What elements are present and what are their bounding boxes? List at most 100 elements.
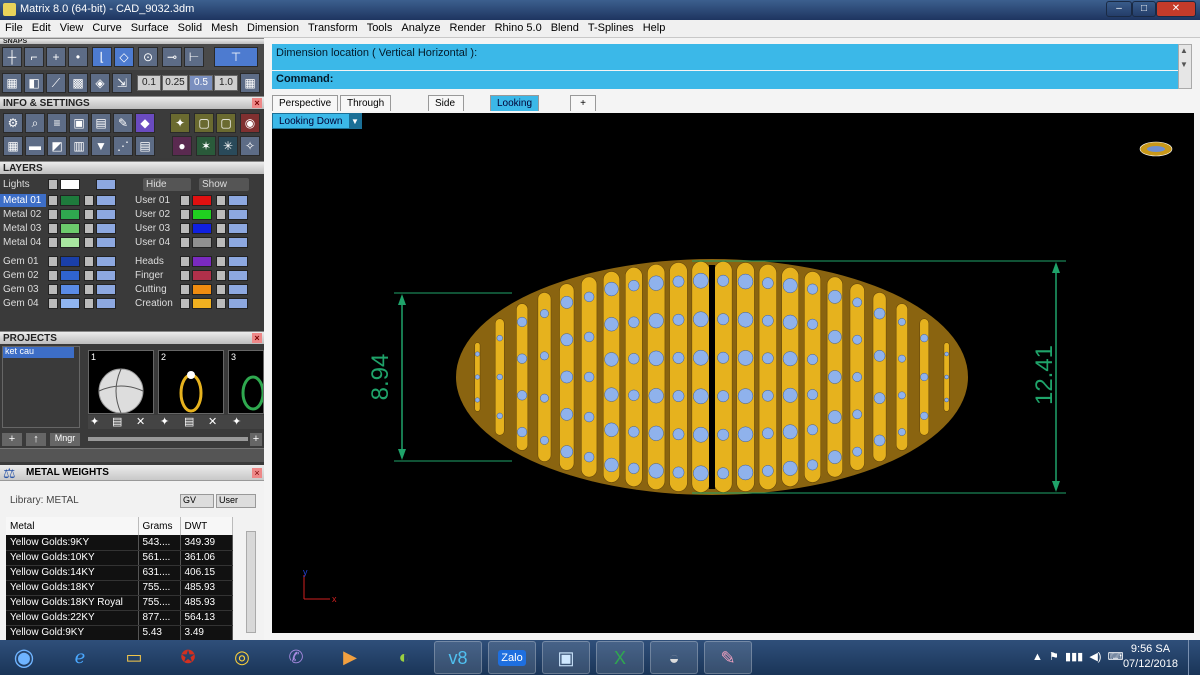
snap-point-icon[interactable]: •	[68, 47, 88, 67]
lock-icon[interactable]	[84, 270, 94, 281]
paint-icon[interactable]: ✎	[704, 641, 752, 674]
layer-color-swatch[interactable]	[192, 256, 212, 267]
layer-visibility-toggle[interactable]	[228, 256, 248, 267]
layer-color-swatch[interactable]	[60, 298, 80, 309]
lock-icon[interactable]	[84, 298, 94, 309]
expand-icon[interactable]	[48, 284, 58, 295]
eye-icon[interactable]: ◈	[90, 73, 110, 93]
tab-perspective[interactable]: Perspective	[272, 95, 339, 111]
tab-side-view[interactable]: Side View	[428, 95, 464, 124]
add-tab-button[interactable]: +	[570, 95, 596, 111]
network-icon[interactable]: ▮▮▮	[1065, 651, 1083, 663]
layer-visibility-toggle[interactable]	[228, 237, 248, 248]
add-project-button[interactable]: +	[2, 433, 22, 446]
lights-color-swatch[interactable]	[60, 179, 80, 190]
snap-quad-icon[interactable]: ◇	[114, 47, 134, 67]
layer-color-swatch[interactable]	[192, 237, 212, 248]
up-arrow-icon[interactable]: ↑	[26, 433, 46, 446]
expand-icon[interactable]	[180, 223, 190, 234]
layer-row-gem[interactable]: Gem 01	[0, 255, 124, 268]
lock-icon[interactable]	[84, 284, 94, 295]
menu-blend[interactable]: Blend	[546, 20, 583, 34]
expand-icon[interactable]	[180, 298, 190, 309]
hide-button[interactable]: Hide	[143, 178, 191, 191]
delete-icon[interactable]: ✕	[136, 415, 145, 428]
spark-icon[interactable]: ✳	[218, 136, 238, 156]
pen-icon[interactable]: ✎	[113, 113, 133, 133]
table-scrollbar[interactable]	[246, 531, 256, 633]
layer-visibility-toggle[interactable]	[96, 298, 116, 309]
layer-row-user[interactable]: User 01	[132, 194, 256, 207]
layer-color-swatch[interactable]	[192, 284, 212, 295]
layer-visibility-toggle[interactable]	[96, 256, 116, 267]
garena-icon[interactable]: ✪	[164, 641, 212, 674]
menu-rhino[interactable]: Rhino 5.0	[490, 20, 546, 34]
layer-visibility-toggle[interactable]	[96, 284, 116, 295]
lights-visibility-toggle[interactable]	[96, 179, 116, 190]
manager-button[interactable]: Mngr	[50, 433, 80, 446]
menu-analyze[interactable]: Analyze	[396, 20, 444, 34]
show-desktop-button[interactable]	[1188, 640, 1200, 675]
screen-app-icon[interactable]: ▣	[542, 641, 590, 674]
user-toggle[interactable]: User	[216, 494, 256, 508]
lock-icon[interactable]	[216, 209, 226, 220]
expand-icon[interactable]	[48, 209, 58, 220]
menu-surface[interactable]: Surface	[126, 20, 173, 34]
command-line[interactable]: Command:	[272, 71, 1178, 89]
layer-visibility-toggle[interactable]	[228, 195, 248, 206]
render-icon[interactable]: ◉	[240, 113, 260, 133]
gv-toggle[interactable]: GV	[180, 494, 214, 508]
snap-center-icon[interactable]: ⊙	[138, 47, 158, 67]
cube-icon[interactable]: ◧	[24, 73, 44, 93]
search-icon[interactable]: ⌕	[25, 113, 45, 133]
minimize-button[interactable]: –	[1106, 1, 1132, 17]
col-dwt[interactable]: DWT	[180, 517, 233, 535]
move-icon[interactable]: ✦	[90, 415, 99, 428]
cube-view-icon[interactable]: ◩	[47, 136, 67, 156]
snap-value-1[interactable]: 0.25	[162, 75, 188, 91]
list-icon[interactable]: ▤	[135, 136, 155, 156]
lock-icon[interactable]	[84, 223, 94, 234]
layer-color-swatch[interactable]	[192, 195, 212, 206]
table-row[interactable]: Yellow Golds:18KY 755.... 485.93	[6, 580, 233, 596]
menu-help[interactable]: Help	[638, 20, 670, 34]
pin-icon[interactable]: ⇲	[112, 73, 132, 93]
table-row[interactable]: Yellow Gold:9KY 5.43 3.49	[6, 625, 233, 641]
pattern-icon[interactable]: ▩	[68, 73, 88, 93]
lock-icon[interactable]	[216, 223, 226, 234]
snap-grid-toggle-icon[interactable]: ▦	[240, 73, 260, 93]
panel-splitter[interactable]	[0, 448, 264, 462]
file-explorer-icon[interactable]: ▭	[110, 641, 158, 674]
layer-row-gem[interactable]: Gem 02	[0, 269, 124, 282]
sphere-icon[interactable]: ●	[172, 136, 192, 156]
layers-icon[interactable]: ≡	[47, 113, 67, 133]
snap-mid-icon[interactable]: ⊸	[162, 47, 182, 67]
star-icon[interactable]: ✶	[196, 136, 216, 156]
delete-icon[interactable]: ✕	[208, 415, 217, 428]
line-icon[interactable]: ⟋	[46, 73, 66, 93]
snap-value-0[interactable]: 0.1	[137, 75, 161, 91]
document-icon[interactable]: ▤	[91, 113, 111, 133]
layer-row-gem[interactable]: Gem 03	[0, 283, 124, 296]
frame-2-icon[interactable]: ▢	[216, 113, 236, 133]
window-grid-icon[interactable]: ▦	[3, 136, 23, 156]
menu-mesh[interactable]: Mesh	[206, 20, 242, 34]
lock-icon[interactable]	[216, 256, 226, 267]
close-icon[interactable]: ×	[252, 468, 262, 478]
expand-icon[interactable]	[48, 270, 58, 281]
expand-icon[interactable]	[180, 270, 190, 281]
scroll-up-icon[interactable]: ▲	[1180, 46, 1188, 55]
expand-icon[interactable]	[48, 237, 58, 248]
lock-icon[interactable]	[84, 209, 94, 220]
table-row[interactable]: Yellow Golds:18KY Royal 755.... 485.93	[6, 595, 233, 611]
layer-visibility-toggle[interactable]	[96, 209, 116, 220]
save-icon[interactable]: ▤	[184, 415, 194, 428]
layer-visibility-toggle[interactable]	[96, 223, 116, 234]
layer-row-metal[interactable]: Metal 04	[0, 236, 124, 249]
frame-icon[interactable]: ▢	[194, 113, 214, 133]
cylinder-icon[interactable]: ▥	[69, 136, 89, 156]
layer-color-swatch[interactable]	[60, 237, 80, 248]
filter-icon[interactable]: ▼	[91, 136, 111, 156]
lock-icon[interactable]	[216, 284, 226, 295]
expand-icon[interactable]	[48, 298, 58, 309]
